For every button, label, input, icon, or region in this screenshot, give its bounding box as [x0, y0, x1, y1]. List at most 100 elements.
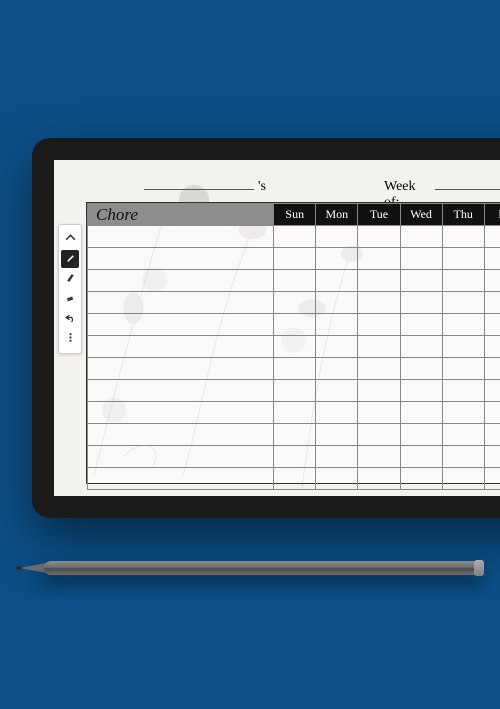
- day-cell[interactable]: [274, 424, 316, 446]
- day-cell[interactable]: [316, 380, 358, 402]
- day-cell[interactable]: [442, 380, 484, 402]
- day-cell[interactable]: [400, 402, 442, 424]
- day-cell[interactable]: [274, 248, 316, 270]
- day-cell[interactable]: [400, 358, 442, 380]
- chore-cell[interactable]: [88, 358, 274, 380]
- day-cell[interactable]: [358, 424, 400, 446]
- day-cell[interactable]: [274, 336, 316, 358]
- day-cell[interactable]: [400, 226, 442, 248]
- chore-cell[interactable]: [88, 226, 274, 248]
- day-cell[interactable]: [358, 248, 400, 270]
- day-cell[interactable]: [442, 446, 484, 468]
- day-cell[interactable]: [274, 292, 316, 314]
- tool-more[interactable]: [61, 330, 79, 348]
- day-cell[interactable]: [484, 248, 500, 270]
- chore-cell[interactable]: [88, 270, 274, 292]
- day-cell[interactable]: [484, 292, 500, 314]
- day-cell[interactable]: [442, 226, 484, 248]
- day-cell[interactable]: [442, 402, 484, 424]
- day-cell[interactable]: [316, 314, 358, 336]
- day-cell[interactable]: [358, 270, 400, 292]
- name-blank[interactable]: [144, 178, 254, 190]
- day-cell[interactable]: [316, 446, 358, 468]
- day-cell[interactable]: [400, 270, 442, 292]
- chore-cell[interactable]: [88, 292, 274, 314]
- day-cell[interactable]: [316, 424, 358, 446]
- day-cell[interactable]: [316, 402, 358, 424]
- day-cell[interactable]: [358, 468, 400, 490]
- day-cell[interactable]: [442, 292, 484, 314]
- day-cell[interactable]: [358, 292, 400, 314]
- week-blank[interactable]: [435, 178, 500, 190]
- day-cell[interactable]: [316, 270, 358, 292]
- tool-eraser[interactable]: [61, 290, 79, 308]
- day-cell[interactable]: [400, 292, 442, 314]
- day-cell[interactable]: [358, 314, 400, 336]
- day-header-thu: Thu: [442, 204, 484, 226]
- day-cell[interactable]: [484, 468, 500, 490]
- day-cell[interactable]: [358, 380, 400, 402]
- day-cell[interactable]: [484, 336, 500, 358]
- day-cell[interactable]: [316, 292, 358, 314]
- day-cell[interactable]: [484, 380, 500, 402]
- day-cell[interactable]: [442, 424, 484, 446]
- table-row: [88, 446, 500, 468]
- day-cell[interactable]: [484, 358, 500, 380]
- tool-undo[interactable]: [61, 310, 79, 328]
- day-cell[interactable]: [274, 270, 316, 292]
- day-cell[interactable]: [400, 446, 442, 468]
- day-cell[interactable]: [400, 336, 442, 358]
- day-cell[interactable]: [358, 358, 400, 380]
- chore-cell[interactable]: [88, 380, 274, 402]
- day-cell[interactable]: [400, 468, 442, 490]
- day-cell[interactable]: [484, 446, 500, 468]
- day-cell[interactable]: [274, 314, 316, 336]
- day-cell[interactable]: [316, 336, 358, 358]
- day-cell[interactable]: [274, 226, 316, 248]
- table-row: [88, 314, 500, 336]
- day-cell[interactable]: [400, 380, 442, 402]
- chore-cell[interactable]: [88, 446, 274, 468]
- day-cell[interactable]: [274, 402, 316, 424]
- day-cell[interactable]: [358, 446, 400, 468]
- day-cell[interactable]: [442, 270, 484, 292]
- table-row: [88, 292, 500, 314]
- day-cell[interactable]: [484, 270, 500, 292]
- day-cell[interactable]: [400, 248, 442, 270]
- stylus-pen: [14, 554, 484, 584]
- chore-cell[interactable]: [88, 402, 274, 424]
- day-cell[interactable]: [316, 248, 358, 270]
- day-cell[interactable]: [316, 226, 358, 248]
- chore-cell[interactable]: [88, 468, 274, 490]
- day-cell[interactable]: [358, 226, 400, 248]
- chore-cell[interactable]: [88, 336, 274, 358]
- day-cell[interactable]: [442, 248, 484, 270]
- day-cell[interactable]: [358, 402, 400, 424]
- day-cell[interactable]: [274, 380, 316, 402]
- day-cell[interactable]: [442, 336, 484, 358]
- day-cell[interactable]: [274, 358, 316, 380]
- tool-highlighter[interactable]: [61, 270, 79, 288]
- day-cell[interactable]: [274, 446, 316, 468]
- day-cell[interactable]: [316, 358, 358, 380]
- day-cell[interactable]: [316, 468, 358, 490]
- name-field[interactable]: 's: [144, 178, 266, 195]
- chore-cell[interactable]: [88, 314, 274, 336]
- day-cell[interactable]: [274, 468, 316, 490]
- tool-pen[interactable]: [61, 250, 79, 268]
- undo-icon: [65, 312, 76, 326]
- day-cell[interactable]: [484, 226, 500, 248]
- day-cell[interactable]: [484, 314, 500, 336]
- day-cell[interactable]: [484, 424, 500, 446]
- day-cell[interactable]: [400, 424, 442, 446]
- day-cell[interactable]: [484, 402, 500, 424]
- chore-cell[interactable]: [88, 248, 274, 270]
- day-cell[interactable]: [442, 358, 484, 380]
- tool-collapse[interactable]: [61, 230, 79, 248]
- day-cell[interactable]: [400, 314, 442, 336]
- marker-icon: [65, 272, 76, 286]
- day-cell[interactable]: [358, 336, 400, 358]
- day-cell[interactable]: [442, 468, 484, 490]
- day-cell[interactable]: [442, 314, 484, 336]
- chore-cell[interactable]: [88, 424, 274, 446]
